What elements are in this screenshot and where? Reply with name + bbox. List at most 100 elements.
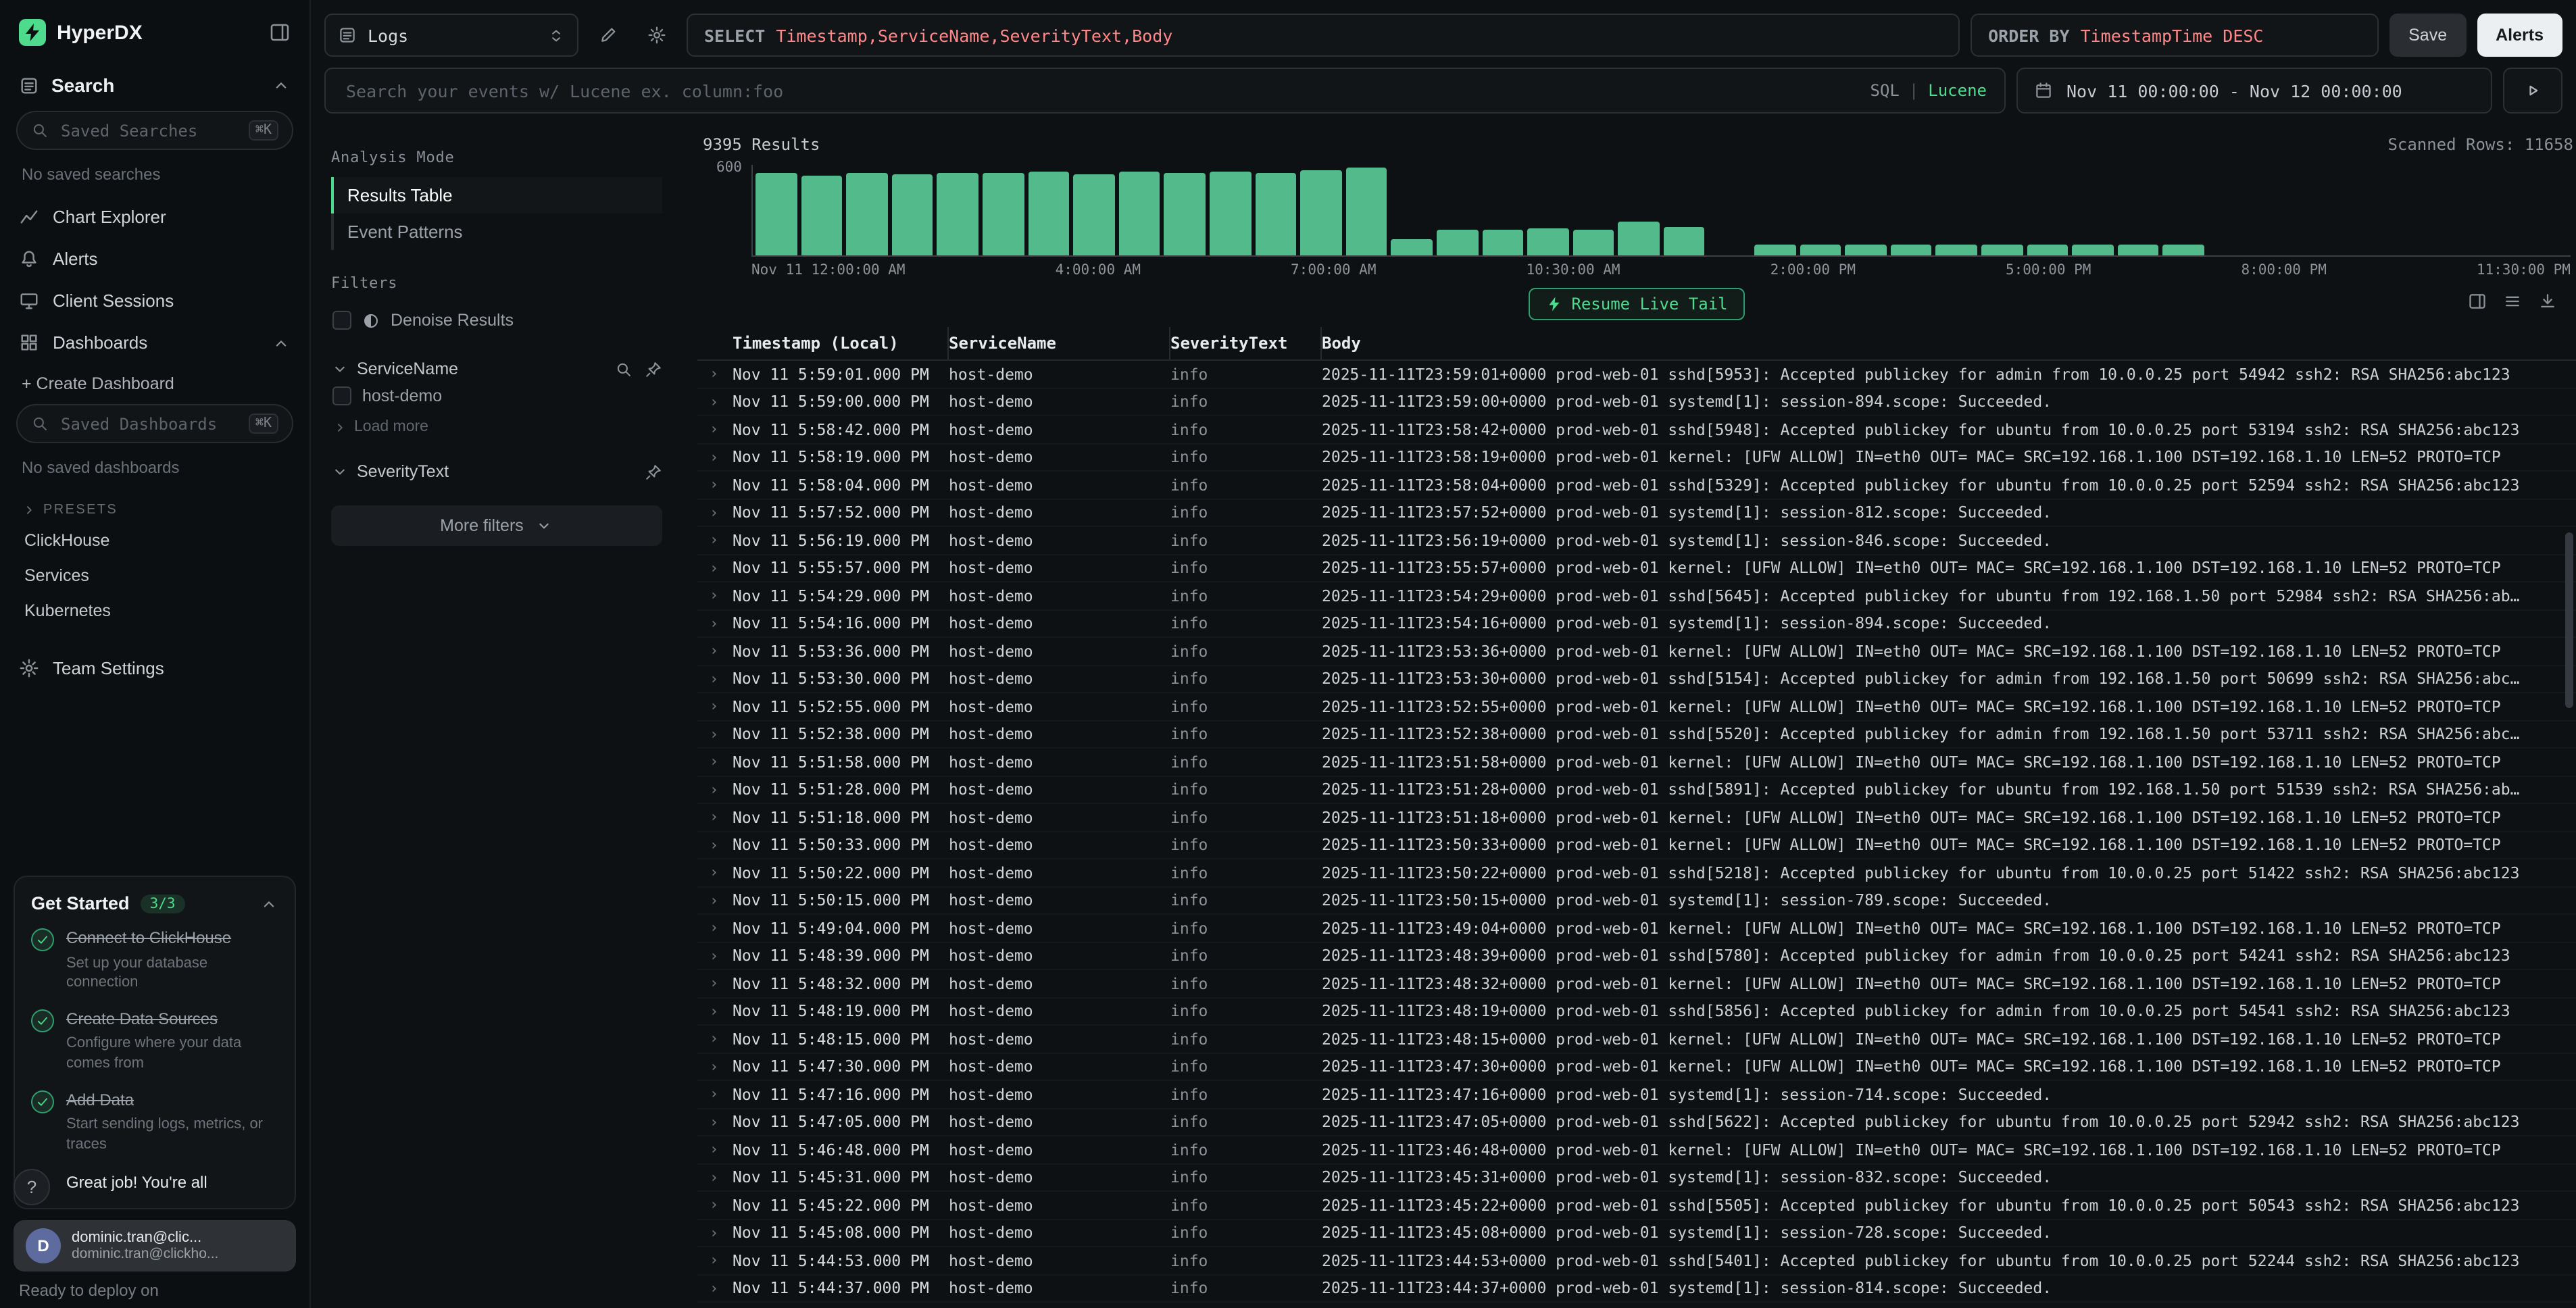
histogram-bar[interactable] [1164, 173, 1206, 255]
columns-icon[interactable] [2468, 292, 2487, 311]
table-row[interactable]: ›Nov 11 5:44:53.000 PMhost-demoinfo2025-… [697, 1247, 2576, 1275]
table-row[interactable]: ›Nov 11 5:58:42.000 PMhost-demoinfo2025-… [697, 416, 2576, 444]
table-row[interactable]: ›Nov 11 5:53:36.000 PMhost-demoinfo2025-… [697, 638, 2576, 665]
row-expand-icon[interactable]: › [697, 1224, 733, 1242]
histogram-bar[interactable] [892, 174, 933, 255]
edit-source-button[interactable] [589, 16, 627, 54]
onboarding-step-sources[interactable]: Create Data Sources Configure where your… [31, 1009, 278, 1075]
row-expand-icon[interactable]: › [697, 1252, 733, 1269]
sidebar-item-dashboards[interactable]: Dashboards [0, 322, 309, 363]
table-row[interactable]: ›Nov 11 5:50:15.000 PMhost-demoinfo2025-… [697, 887, 2576, 915]
histogram-bar[interactable] [1618, 221, 1660, 255]
row-expand-icon[interactable]: › [697, 1141, 733, 1159]
row-expand-icon[interactable]: › [697, 476, 733, 494]
table-row[interactable]: ›Nov 11 5:52:55.000 PMhost-demoinfo2025-… [697, 693, 2576, 721]
row-expand-icon[interactable]: › [697, 1086, 733, 1103]
checkbox[interactable] [332, 386, 351, 405]
denoise-checkbox-row[interactable]: Denoise Results [331, 303, 662, 338]
row-expand-icon[interactable]: › [697, 1030, 733, 1048]
pin-icon[interactable] [645, 360, 662, 378]
table-row[interactable]: ›Nov 11 5:50:22.000 PMhost-demoinfo2025-… [697, 859, 2576, 887]
histogram-bar[interactable] [1300, 170, 1341, 255]
table-row[interactable]: ›Nov 11 5:57:52.000 PMhost-demoinfo2025-… [697, 499, 2576, 527]
col-severitytext[interactable]: SeverityText [1170, 327, 1322, 359]
histogram-bar[interactable] [1800, 244, 1841, 255]
row-expand-icon[interactable]: › [697, 449, 733, 466]
histogram-bar[interactable] [1482, 230, 1523, 256]
histogram-bar[interactable] [1572, 229, 1614, 255]
sidebar-item-search[interactable]: Search [0, 62, 309, 108]
more-filters-button[interactable]: More filters [331, 505, 662, 546]
checkbox[interactable] [332, 311, 351, 330]
histogram-bar[interactable] [1981, 244, 2023, 255]
row-expand-icon[interactable]: › [697, 1197, 733, 1214]
histogram-bar[interactable] [1664, 228, 1705, 255]
filter-host-demo[interactable]: host-demo [331, 378, 662, 413]
chevron-up-icon[interactable] [272, 333, 291, 352]
row-expand-icon[interactable]: › [697, 864, 733, 882]
table-row[interactable]: ›Nov 11 5:56:19.000 PMhost-demoinfo2025-… [697, 527, 2576, 555]
row-expand-icon[interactable]: › [697, 781, 733, 799]
preset-services[interactable]: Services [0, 558, 309, 593]
table-row[interactable]: ›Nov 11 5:58:19.000 PMhost-demoinfo2025-… [697, 444, 2576, 472]
table-row[interactable]: ›Nov 11 5:55:57.000 PMhost-demoinfo2025-… [697, 555, 2576, 582]
histogram-bar[interactable] [756, 173, 797, 255]
chevron-up-icon[interactable] [259, 895, 278, 913]
table-row[interactable]: ›Nov 11 5:50:33.000 PMhost-demoinfo2025-… [697, 832, 2576, 859]
row-expand-icon[interactable]: › [697, 1169, 733, 1186]
row-expand-icon[interactable]: › [697, 587, 733, 605]
histogram-bar[interactable] [1255, 172, 1296, 255]
collapse-sidebar-icon[interactable] [269, 22, 291, 43]
col-servicename[interactable]: ServiceName [949, 327, 1170, 359]
row-expand-icon[interactable]: › [697, 726, 733, 743]
chevron-down-icon[interactable] [331, 360, 349, 378]
histogram-bar[interactable] [1028, 172, 1069, 255]
mode-event-patterns[interactable]: Event Patterns [331, 213, 662, 250]
row-expand-icon[interactable]: › [697, 670, 733, 688]
table-row[interactable]: ›Nov 11 5:59:00.000 PMhost-demoinfo2025-… [697, 388, 2576, 416]
histogram-bar[interactable] [1437, 230, 1478, 255]
mode-results-table[interactable]: Results Table [331, 177, 662, 213]
table-row[interactable]: ›Nov 11 5:52:38.000 PMhost-demoinfo2025-… [697, 721, 2576, 749]
filter-group-servicename[interactable]: ServiceName [331, 359, 662, 378]
histogram-bar[interactable] [1345, 168, 1387, 255]
table-row[interactable]: ›Nov 11 5:48:15.000 PMhost-demoinfo2025-… [697, 1026, 2576, 1053]
pin-icon[interactable] [645, 463, 662, 480]
table-row[interactable]: ›Nov 11 5:44:37.000 PMhost-demoinfo2025-… [697, 1275, 2576, 1303]
onboarding-step-connect[interactable]: Connect to ClickHouse Set up your databa… [31, 928, 278, 994]
row-expand-icon[interactable]: › [697, 975, 733, 992]
sidebar-item-client-sessions[interactable]: Client Sessions [0, 280, 309, 322]
saved-dashboards-input[interactable]: ⌘K [16, 404, 293, 443]
table-row[interactable]: ›Nov 11 5:47:30.000 PMhost-demoinfo2025-… [697, 1053, 2576, 1081]
histogram-bar[interactable] [1936, 245, 1977, 255]
help-button[interactable]: ? [14, 1169, 50, 1205]
user-menu[interactable]: D dominic.tran@clic... dominic.tran@clic… [14, 1220, 296, 1272]
table-row[interactable]: ›Nov 11 5:45:31.000 PMhost-demoinfo2025-… [697, 1164, 2576, 1192]
get-started-header[interactable]: Get Started 3/3 [31, 894, 278, 914]
saved-dashboards-field[interactable] [58, 413, 239, 434]
table-row[interactable]: ›Nov 11 5:51:18.000 PMhost-demoinfo2025-… [697, 804, 2576, 832]
histogram-bar[interactable] [801, 175, 842, 255]
histogram-bar[interactable] [1891, 244, 1932, 255]
row-expand-icon[interactable]: › [697, 559, 733, 577]
sql-toggle[interactable]: SQL [1870, 81, 1899, 100]
sidebar-item-alerts[interactable]: Alerts [0, 238, 309, 280]
lucene-toggle[interactable]: Lucene [1928, 81, 1987, 100]
sidebar-item-chart-explorer[interactable]: Chart Explorer [0, 196, 309, 238]
table-row[interactable]: ›Nov 11 5:54:29.000 PMhost-demoinfo2025-… [697, 582, 2576, 610]
table-row[interactable]: ›Nov 11 5:51:58.000 PMhost-demoinfo2025-… [697, 749, 2576, 776]
row-expand-icon[interactable]: › [697, 753, 733, 771]
row-expand-icon[interactable]: › [697, 643, 733, 660]
row-expand-icon[interactable]: › [697, 809, 733, 826]
table-row[interactable]: ›Nov 11 5:46:48.000 PMhost-demoinfo2025-… [697, 1136, 2576, 1164]
sidebar-item-team-settings[interactable]: Team Settings [0, 647, 309, 689]
row-density-icon[interactable] [2503, 292, 2522, 311]
row-expand-icon[interactable]: › [697, 836, 733, 854]
source-select[interactable]: Logs [324, 14, 578, 57]
row-expand-icon[interactable]: › [697, 698, 733, 715]
alerts-button[interactable]: Alerts [2477, 14, 2562, 57]
onboarding-step-add-data[interactable]: Add Data Start sending logs, metrics, or… [31, 1089, 278, 1155]
histogram-bar[interactable] [2072, 245, 2113, 256]
preset-kubernetes[interactable]: Kubernetes [0, 593, 309, 628]
table-row[interactable]: ›Nov 11 5:47:16.000 PMhost-demoinfo2025-… [697, 1081, 2576, 1109]
